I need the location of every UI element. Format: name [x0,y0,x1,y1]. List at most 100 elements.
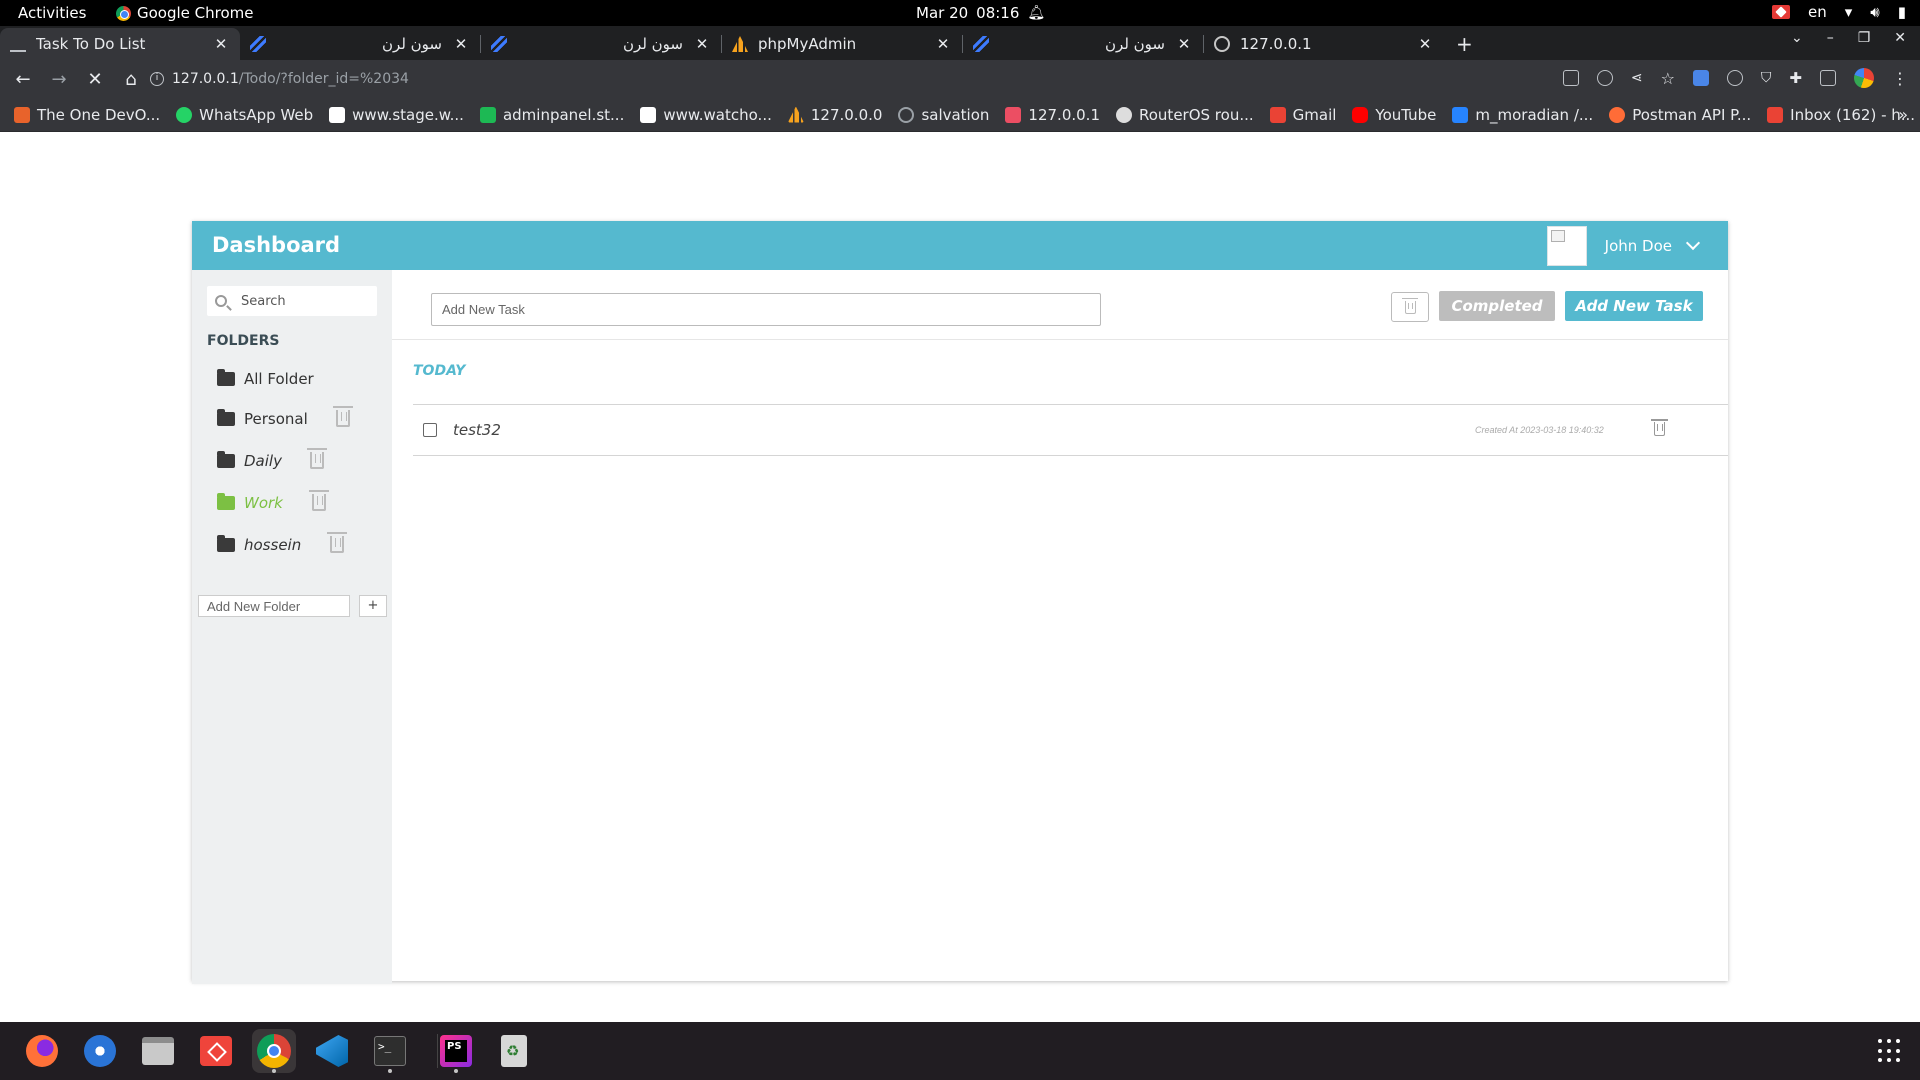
delete-task-button[interactable] [1651,419,1668,436]
bookmark-item[interactable]: m_moradian /... [1452,106,1593,124]
chrome-icon [116,5,131,21]
close-icon[interactable]: ✕ [693,35,711,53]
delete-tasks-button[interactable] [1391,292,1429,322]
star-icon[interactable]: ☆ [1661,69,1675,88]
bookmark-item[interactable]: Postman API P... [1609,106,1751,124]
back-icon[interactable]: ← [10,69,36,90]
bookmark-item[interactable]: WhatsApp Web [176,106,313,124]
add-folder-button[interactable]: + [359,595,387,617]
tab-search-icon[interactable]: ⌄ [1791,30,1803,46]
tab-sevenlearn-2[interactable]: سون لرن ✕ [481,28,721,60]
bookmark-item[interactable]: The One DevO... [14,106,160,124]
task-checkbox[interactable] [423,423,437,437]
sidebar-item-work[interactable]: Work [217,493,283,512]
add-folder-input[interactable] [198,595,350,617]
language-indicator[interactable]: en [1808,3,1827,21]
dock-chrome[interactable] [252,1029,296,1073]
delete-folder-button[interactable] [307,448,327,469]
bookmark-item[interactable]: 127.0.0.0 [787,106,882,124]
delete-folder-button[interactable] [333,406,353,427]
site-icon [640,106,657,123]
tab-title: 127.0.0.1 [1240,35,1312,53]
site-info-icon[interactable]: i [150,72,164,86]
completed-button[interactable]: Completed [1439,291,1555,321]
stop-icon[interactable]: ✕ [82,69,108,90]
bookmark-item[interactable]: RouterOS rou... [1116,106,1254,124]
window-close-button[interactable]: ✕ [1894,30,1906,46]
tab-localhost[interactable]: 127.0.0.1 ✕ [1204,28,1444,60]
side-panel-icon[interactable] [1820,70,1836,86]
shield-icon[interactable]: ⛉ [1761,70,1772,86]
bitbucket-icon [1452,106,1469,123]
system-tray[interactable]: en ▾ 🔊︎ ▮ [1772,3,1906,21]
dock-terminal[interactable]: >_ [368,1029,412,1073]
anydesk-tray-icon[interactable] [1772,5,1790,19]
add-task-button[interactable]: Add New Task [1565,291,1703,321]
bookmark-item[interactable]: YouTube [1352,106,1436,124]
sidebar-item-personal[interactable]: Personal [217,409,308,428]
extension-recycle-icon[interactable] [1726,70,1743,86]
tab-phpmyadmin[interactable]: phpMyAdmin ✕ [722,28,962,60]
bookmarks-overflow-icon[interactable]: » [1898,105,1908,124]
tab-sevenlearn-3[interactable]: سون لرن ✕ [963,28,1203,60]
bookmark-item[interactable]: salvation [898,106,989,124]
delete-folder-button[interactable] [327,532,347,553]
bookmark-item[interactable]: www.watcho... [640,106,772,124]
sidebar-item-daily[interactable]: Daily [217,451,282,470]
avatar[interactable] [1546,226,1587,266]
close-icon[interactable]: ✕ [1175,35,1193,53]
google-translate-icon[interactable] [1692,70,1709,86]
dock-vscode[interactable] [310,1029,354,1073]
phpmyadmin-icon [787,106,804,123]
bookmark-item[interactable]: 127.0.0.1 [1005,106,1100,124]
dock-thunderbird[interactable] [78,1029,122,1073]
tab-task-to-do-list[interactable]: Task To Do List ✕ [0,28,240,60]
phpmyadmin-icon [732,36,748,52]
user-name[interactable]: John Doe [1605,237,1672,255]
app-menu[interactable]: Google Chrome [116,4,254,22]
tab-sevenlearn-1[interactable]: سون لرن ✕ [240,28,480,60]
close-icon[interactable]: ✕ [452,35,470,53]
sidebar-item-all-folder[interactable]: All Folder [217,369,314,388]
share-icon[interactable]: ⋖ [1631,70,1643,86]
activities-button[interactable]: Activities [18,4,86,22]
sevenlearn-icon [250,36,266,52]
chevron-down-icon[interactable] [1685,235,1701,251]
dock-trash[interactable] [492,1029,536,1073]
clock[interactable]: Mar 20 08:16 🔔︎ [916,4,1045,22]
puzzle-icon[interactable]: ✚ [1789,69,1802,87]
new-tab-button[interactable]: + [1456,32,1473,56]
new-task-input[interactable] [431,293,1101,326]
bookmarks-bar: The One DevO... WhatsApp Web www.stage.w… [0,98,1920,132]
dock-anydesk[interactable] [194,1029,238,1073]
delete-folder-button[interactable] [309,490,329,511]
dock-files[interactable] [136,1029,180,1073]
minimize-button[interactable]: – [1827,30,1834,46]
bookmark-item[interactable]: Inbox (162) - h... [1767,106,1915,124]
profile-avatar-icon[interactable] [1854,68,1874,88]
dock-phpstorm[interactable] [434,1029,478,1073]
search-input[interactable] [241,293,361,309]
search-box[interactable] [207,286,377,316]
show-apps-icon[interactable] [1878,1039,1902,1063]
task-name: test32 [453,421,501,439]
running-indicator [388,1069,392,1073]
sidebar-item-hossein[interactable]: hossein [217,535,301,554]
restore-button[interactable]: ❐ [1858,30,1871,46]
performance-icon[interactable] [1596,70,1613,86]
bookmark-item[interactable]: www.stage.w... [329,106,464,124]
bookmark-item[interactable]: adminpanel.st... [479,106,624,124]
bookmark-item[interactable]: Gmail [1269,106,1336,124]
kebab-menu-icon[interactable]: ⋮ [1892,69,1908,88]
close-icon[interactable]: ✕ [212,35,230,53]
close-icon[interactable]: ✕ [934,35,952,53]
address-bar[interactable]: i 127.0.0.1/Todo/?folder_id=%2034 [142,64,1542,94]
translate-icon[interactable] [1562,70,1579,86]
trash-icon [333,406,353,427]
home-icon[interactable]: ⌂ [118,69,144,90]
close-icon[interactable]: ✕ [1416,35,1434,53]
sevenlearn-icon [491,36,507,52]
dock-firefox[interactable] [20,1029,64,1073]
forward-icon[interactable]: → [46,69,72,90]
user-menu[interactable]: John Doe [1546,226,1701,266]
